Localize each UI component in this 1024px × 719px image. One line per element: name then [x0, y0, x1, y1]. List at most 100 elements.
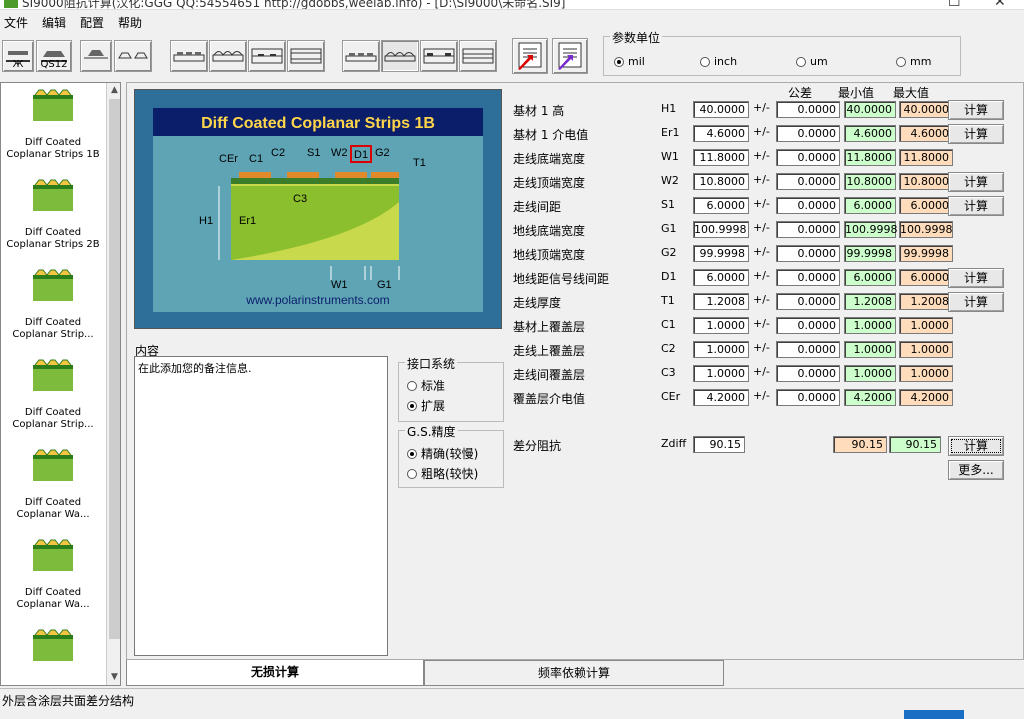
model-item[interactable]: Diff Coated Coplanar Wa...: [1, 533, 105, 623]
calc-button-er1[interactable]: 计算: [948, 124, 1004, 144]
param-min-field[interactable]: 99.9998: [844, 245, 896, 262]
model-item[interactable]: Diff Coated Coplanar Strips 1B: [1, 83, 105, 173]
param-value-field[interactable]: 1.0000: [693, 365, 749, 382]
param-value-field[interactable]: 6.0000: [693, 197, 749, 214]
structure-button-9[interactable]: [342, 40, 380, 72]
calc-reverse-button[interactable]: [552, 38, 588, 74]
impedance-min-field[interactable]: 90.15: [833, 436, 887, 453]
param-min-field[interactable]: 40.0000: [844, 101, 896, 118]
structure-button-6[interactable]: [209, 40, 247, 72]
unit-radio-mil[interactable]: mil: [614, 55, 645, 68]
param-min-field[interactable]: 1.0000: [844, 341, 896, 358]
param-tolerance-field[interactable]: 0.0000: [776, 341, 840, 358]
precision-radio-accurate[interactable]: 精确(较慢): [407, 445, 478, 462]
unit-radio-mm[interactable]: mm: [896, 55, 931, 68]
param-max-field[interactable]: 4.6000: [899, 125, 953, 142]
param-min-field[interactable]: 4.6000: [844, 125, 896, 142]
menu-edit[interactable]: 编辑: [42, 14, 66, 31]
param-tolerance-field[interactable]: 0.0000: [776, 317, 840, 334]
list-scrollbar[interactable]: ▲ ▼: [106, 83, 120, 685]
param-tolerance-field[interactable]: 0.0000: [776, 221, 840, 238]
param-value-field[interactable]: 100.9998: [693, 221, 749, 238]
notes-textarea[interactable]: 在此添加您的备注信息.: [134, 356, 388, 656]
param-max-field[interactable]: 100.9998: [899, 221, 953, 238]
param-min-field[interactable]: 11.8000: [844, 149, 896, 166]
structure-button-4[interactable]: [114, 40, 152, 72]
param-value-field[interactable]: 11.8000: [693, 149, 749, 166]
structure-button-12[interactable]: [459, 40, 497, 72]
param-max-field[interactable]: 11.8000: [899, 149, 953, 166]
param-min-field[interactable]: 6.0000: [844, 197, 896, 214]
param-tolerance-field[interactable]: 0.0000: [776, 173, 840, 190]
param-tolerance-field[interactable]: 0.0000: [776, 293, 840, 310]
param-value-field[interactable]: 1.0000: [693, 317, 749, 334]
calc-forward-button[interactable]: [512, 38, 548, 74]
impedance-value-field[interactable]: 90.15: [693, 436, 745, 453]
unit-radio-um[interactable]: um: [796, 55, 828, 68]
maximize-icon[interactable]: ☐: [948, 0, 961, 9]
param-max-field[interactable]: 1.0000: [899, 341, 953, 358]
impedance-calc-button[interactable]: 计算: [948, 436, 1004, 456]
calc-button-d1[interactable]: 计算: [948, 268, 1004, 288]
param-max-field[interactable]: 4.2000: [899, 389, 953, 406]
param-max-field[interactable]: 99.9998: [899, 245, 953, 262]
param-max-field[interactable]: 6.0000: [899, 197, 953, 214]
param-value-field[interactable]: 10.8000: [693, 173, 749, 190]
param-max-field[interactable]: 10.8000: [899, 173, 953, 190]
param-value-field[interactable]: 4.2000: [693, 389, 749, 406]
menu-help[interactable]: 帮助: [118, 14, 142, 31]
param-min-field[interactable]: 100.9998: [844, 221, 898, 238]
param-min-field[interactable]: 6.0000: [844, 269, 896, 286]
param-max-field[interactable]: 1.0000: [899, 365, 953, 382]
structure-button-5[interactable]: [170, 40, 208, 72]
param-value-field[interactable]: 4.6000: [693, 125, 749, 142]
param-tolerance-field[interactable]: 0.0000: [776, 269, 840, 286]
more-button[interactable]: 更多...: [948, 460, 1004, 480]
param-max-field[interactable]: 1.0000: [899, 317, 953, 334]
structure-button-8[interactable]: [287, 40, 325, 72]
calc-button-t1[interactable]: 计算: [948, 292, 1004, 312]
param-tolerance-field[interactable]: 0.0000: [776, 389, 840, 406]
structure-button-3[interactable]: [80, 40, 112, 72]
calc-button-h1[interactable]: 计算: [948, 100, 1004, 120]
close-icon[interactable]: ✕: [994, 0, 1006, 9]
param-tolerance-field[interactable]: 0.0000: [776, 101, 840, 118]
menu-file[interactable]: 文件: [4, 14, 28, 31]
param-tolerance-field[interactable]: 0.0000: [776, 125, 840, 142]
unit-radio-inch[interactable]: inch: [700, 55, 737, 68]
structure-button-10-selected[interactable]: [381, 40, 419, 72]
scroll-thumb[interactable]: [109, 99, 120, 639]
param-tolerance-field[interactable]: 0.0000: [776, 365, 840, 382]
param-tolerance-field[interactable]: 0.0000: [776, 245, 840, 262]
structure-button-11[interactable]: [420, 40, 458, 72]
model-item[interactable]: Diff Coated Coplanar Wa...: [1, 443, 105, 533]
structure-button-1[interactable]: Ж: [2, 40, 34, 72]
precision-radio-rough[interactable]: 粗略(较快): [407, 465, 478, 482]
param-max-field[interactable]: 1.2008: [899, 293, 953, 310]
tab-frequency[interactable]: 频率依赖计算: [424, 660, 724, 686]
param-min-field[interactable]: 4.2000: [844, 389, 896, 406]
param-value-field[interactable]: 40.0000: [693, 101, 749, 118]
scroll-up-icon[interactable]: ▲: [107, 83, 120, 98]
param-max-field[interactable]: 6.0000: [899, 269, 953, 286]
param-min-field[interactable]: 10.8000: [844, 173, 896, 190]
param-min-field[interactable]: 1.0000: [844, 365, 896, 382]
param-value-field[interactable]: 1.0000: [693, 341, 749, 358]
tab-lossless[interactable]: 无损计算: [126, 660, 424, 686]
calc-button-s1[interactable]: 计算: [948, 196, 1004, 216]
param-min-field[interactable]: 1.0000: [844, 317, 896, 334]
model-item[interactable]: Diff Coated Coplanar Strip...: [1, 263, 105, 353]
param-min-field[interactable]: 1.2008: [844, 293, 896, 310]
interface-radio-extended[interactable]: 扩展: [407, 397, 445, 414]
model-item[interactable]: Diff Coated Coplanar Strips 2B: [1, 173, 105, 263]
model-item[interactable]: Diff Coated Coplanar Strip...: [1, 353, 105, 443]
impedance-max-field[interactable]: 90.15: [889, 436, 941, 453]
calc-button-w2[interactable]: 计算: [948, 172, 1004, 192]
param-value-field[interactable]: 99.9998: [693, 245, 749, 262]
param-max-field[interactable]: 40.0000: [899, 101, 953, 118]
param-tolerance-field[interactable]: 0.0000: [776, 149, 840, 166]
interface-radio-standard[interactable]: 标准: [407, 377, 445, 394]
menu-config[interactable]: 配置: [80, 14, 104, 31]
scroll-down-icon[interactable]: ▼: [107, 670, 120, 685]
param-tolerance-field[interactable]: 0.0000: [776, 197, 840, 214]
